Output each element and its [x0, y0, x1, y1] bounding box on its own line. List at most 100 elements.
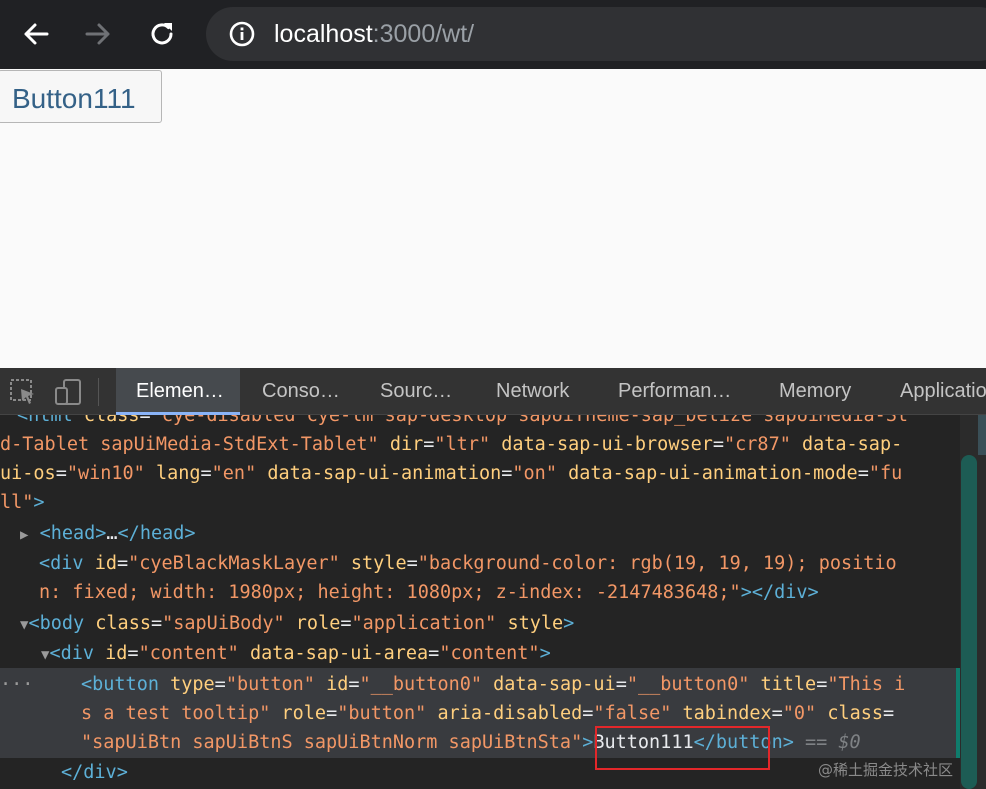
devtools-panel: Elemen… Conso… Sourc… Network Performan……: [0, 368, 986, 789]
attr-name: class: [83, 415, 140, 426]
tag-close: </head>: [117, 523, 196, 544]
attr-value: "cr87": [724, 434, 791, 455]
dom-line-mask-div[interactable]: <div id="cyeBlackMaskLayer" style="backg…: [39, 549, 897, 578]
back-arrow-icon: [24, 23, 49, 45]
tag-close: </div>: [751, 582, 819, 603]
tag-bracket: <: [17, 415, 29, 426]
forward-button[interactable]: [78, 14, 118, 54]
dom-tree: <html class="cye-disabled cye-lm sap-des…: [0, 415, 960, 789]
attr-name: class: [827, 703, 884, 724]
button111[interactable]: Button111: [0, 70, 162, 123]
devtools-tab-bar: Elemen… Conso… Sourc… Network Performan……: [0, 368, 986, 415]
tab-performance[interactable]: Performan…: [598, 368, 751, 415]
attr-name: dir: [389, 434, 424, 455]
attr-value: "win10": [66, 463, 145, 484]
tag-close: </div>: [61, 762, 128, 783]
info-icon[interactable]: [228, 20, 256, 48]
tag-open: <div: [39, 553, 84, 574]
dom-line-button-cont1[interactable]: s a test tooltip" role="button" aria-dis…: [81, 699, 894, 728]
dom-line-html[interactable]: <html class="cye-disabled cye-lm sap-des…: [17, 415, 908, 430]
dom-line-button-dots[interactable]: ···: [0, 670, 33, 699]
tag-bracket: >: [582, 732, 594, 753]
attr-value: "sapUiBtn sapUiBtnS sapUiBtnNorm sapUiBt…: [81, 732, 583, 753]
attr-value: s a test tooltip": [81, 703, 271, 724]
attr-name: data-sap-ui-animation-mode: [568, 463, 858, 484]
reload-icon: [151, 23, 173, 45]
attr-value: "0": [782, 703, 817, 724]
url-path: :3000/wt/: [372, 20, 475, 48]
tag-bracket: >: [33, 492, 45, 513]
back-button[interactable]: [16, 14, 56, 54]
dom-scrollbar-top: [978, 415, 986, 455]
attr-value: "__button0": [626, 674, 750, 695]
address-bar[interactable]: localhost:3000/wt/: [206, 7, 986, 61]
attr-name: id: [105, 643, 128, 664]
attr-name: ui-os: [0, 463, 56, 484]
tag-bracket: >: [740, 582, 752, 603]
attr-name: id: [326, 674, 349, 695]
attr-name: title: [760, 674, 817, 695]
url-host: localhost: [274, 20, 373, 48]
dom-line-button[interactable]: <button type="button" id="__button0" dat…: [81, 670, 905, 699]
expand-triangle-icon[interactable]: ▶: [20, 527, 28, 543]
attr-value: "on": [512, 463, 557, 484]
attr-name: type: [170, 674, 215, 695]
attr-value: "cye-disabled cye-lm sap-desktop sapUiTh…: [150, 415, 909, 426]
console-ref-hint: == $0: [805, 732, 861, 753]
dom-line-body[interactable]: ▼<body class="sapUiBody" role="applicati…: [20, 609, 574, 638]
tab-console[interactable]: Conso…: [242, 368, 360, 415]
tab-elements[interactable]: Elemen…: [116, 368, 240, 415]
attr-value: "background-color: rgb(19, 19, 19); posi…: [417, 553, 897, 574]
forward-arrow-icon: [85, 23, 110, 45]
attr-value: "__button0": [359, 674, 483, 695]
attr-value: "This i: [827, 674, 906, 695]
dom-line-head[interactable]: ▶ <head>…</head>: [20, 519, 196, 548]
browser-toolbar: localhost:3000/wt/: [0, 0, 986, 69]
red-annotation-box: [595, 726, 770, 770]
attr-name: role: [281, 703, 327, 724]
device-toolbar-icon[interactable]: [53, 377, 83, 407]
equals: =: [139, 415, 151, 426]
attr-name: lang: [155, 463, 201, 484]
dom-scrollbar-thumb[interactable]: [961, 455, 977, 789]
attr-value: "button": [337, 703, 427, 724]
tag-open: <body: [28, 613, 85, 634]
attr-value: d-Tablet sapUiMedia-StdExt-Tablet": [0, 434, 379, 455]
attr-value: n: fixed; width: 1980px; height: 1080px;…: [39, 582, 741, 603]
attr-value: ll": [0, 492, 34, 513]
attr-name: tabindex: [682, 703, 772, 724]
attr-value: "ltr": [434, 434, 491, 455]
dom-line-html-cont2[interactable]: ui-os="win10" lang="en" data-sap-ui-anim…: [0, 459, 902, 488]
attr-value: "content": [138, 643, 239, 664]
tab-network[interactable]: Network: [476, 368, 589, 415]
attr-value: "content": [439, 643, 540, 664]
tag-bracket: >: [539, 643, 551, 664]
reload-button[interactable]: [142, 14, 182, 54]
attr-name: data-sap-ui: [493, 674, 616, 695]
node-menu-dots-icon[interactable]: ···: [0, 674, 33, 695]
dom-line-div-close[interactable]: </div>: [61, 758, 128, 787]
attr-value: "false": [593, 703, 672, 724]
attr-name: data-sap-: [801, 434, 903, 455]
tab-memory[interactable]: Memory: [759, 368, 871, 415]
attr-name: aria-disabled: [437, 703, 583, 724]
tab-separator: [98, 378, 99, 406]
tag-bracket: >: [563, 613, 575, 634]
tag-open: <head>: [39, 523, 107, 544]
attr-value: "button": [225, 674, 315, 695]
attr-name: class: [95, 613, 151, 634]
dom-line-content-div[interactable]: ▼<div id="content" data-sap-ui-area="con…: [41, 639, 551, 668]
tab-application[interactable]: Applicatio: [880, 368, 986, 415]
ellipsis: …: [106, 523, 118, 544]
page-viewport: Button111: [0, 69, 986, 368]
tag-open: <button: [81, 674, 159, 695]
watermark: @稀土掘金技术社区: [818, 761, 954, 779]
attr-value: "cyeBlackMaskLayer": [128, 553, 340, 574]
tab-sources[interactable]: Sourc…: [360, 368, 472, 415]
inspect-element-icon[interactable]: [8, 377, 38, 407]
dom-line-mask-div-cont[interactable]: n: fixed; width: 1980px; height: 1080px;…: [39, 578, 819, 607]
dom-line-html-cont3[interactable]: ll">: [0, 488, 45, 517]
url-text[interactable]: localhost:3000/wt/: [274, 18, 474, 50]
dom-line-html-cont1[interactable]: d-Tablet sapUiMedia-StdExt-Tablet" dir="…: [0, 430, 902, 459]
